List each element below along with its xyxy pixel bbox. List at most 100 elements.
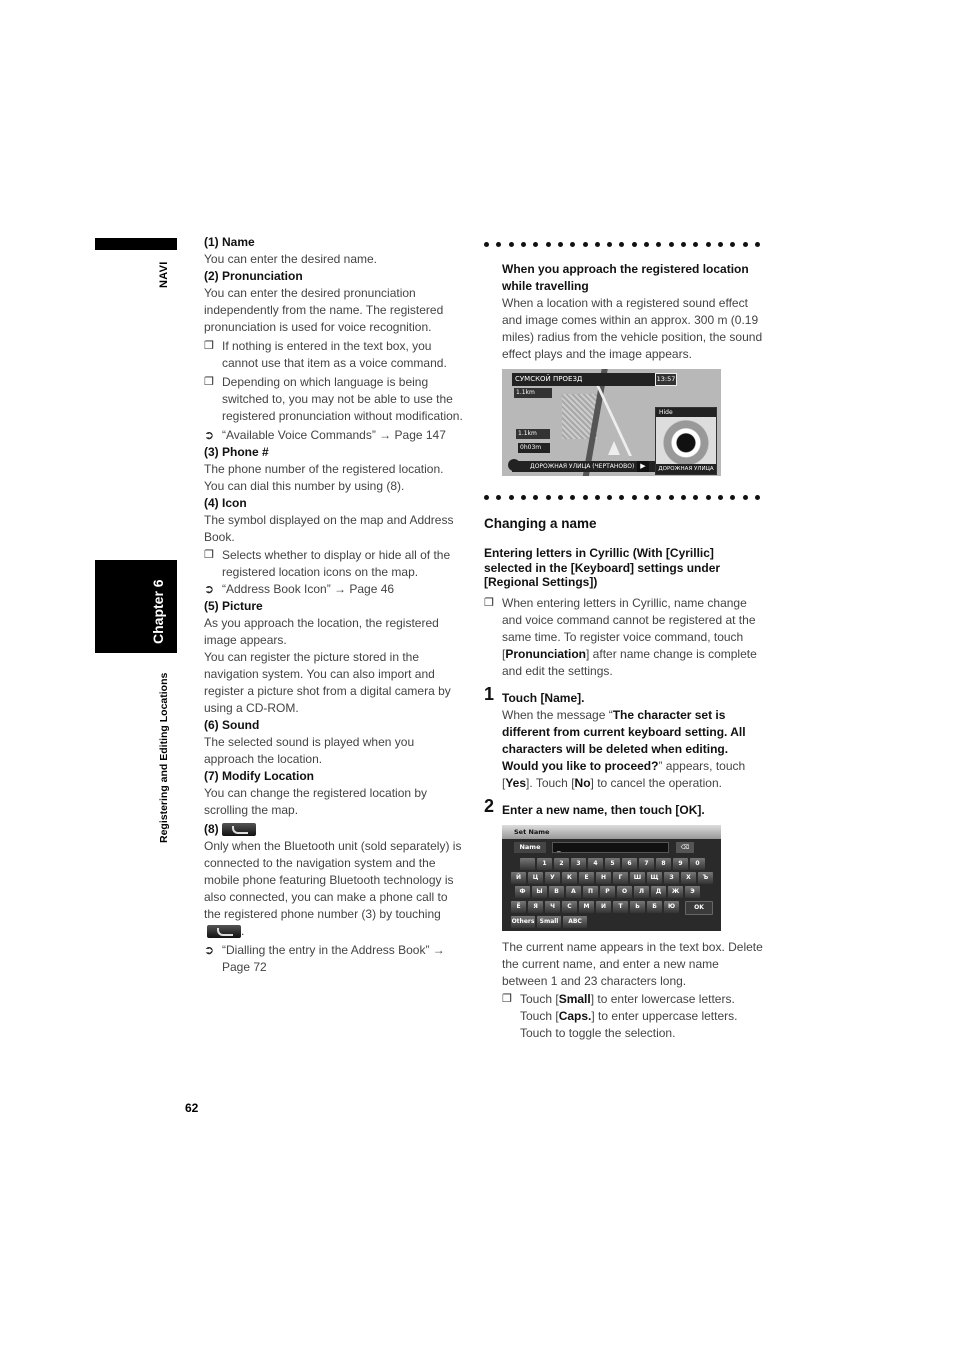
divider-dot [644,494,650,500]
keyboard-key[interactable]: Ц [528,871,543,884]
chapter-label: Chapter 6 [150,579,166,644]
keyboard-key[interactable]: Ё [511,900,526,913]
reference-text[interactable]: “Address Book Icon” → Page 46 [222,582,394,596]
left-column: (1) Name You can enter the desired name.… [204,234,466,976]
keyboard-key[interactable]: С [562,900,577,913]
item-heading: (2) Pronunciation [204,269,303,283]
item-text: Only when the Bluetooth unit (sold separ… [204,838,466,940]
item-heading: (3) Phone # [204,445,269,459]
keyboard-key[interactable]: Г [613,871,628,884]
item-text: The phone number of the registered locat… [204,462,444,493]
note-icon: ❐ [502,992,512,1005]
navi-tab-bar [95,238,177,250]
cross-reference[interactable]: ➲ “Address Book Icon” → Page 46 [204,581,466,598]
note-icon: ❐ [204,549,214,561]
item-text: You can enter the desired pronunciation … [204,286,444,334]
divider-dot [607,241,613,247]
reference-text[interactable]: “Available Voice Commands” → Page 147 [222,428,446,442]
divider-dot [607,494,613,500]
call-text: Only when the Bluetooth unit (sold separ… [204,839,462,921]
keyboard-key[interactable]: Л [634,885,649,898]
keyboard-key[interactable]: Х [681,871,696,884]
keyboard-key[interactable]: Ч [545,900,560,913]
keyboard-key[interactable]: П [583,885,598,898]
keyboard-key[interactable] [520,857,535,870]
keyboard-key[interactable]: 4 [588,857,603,870]
name-input[interactable]: _ [552,841,669,853]
others-key[interactable]: Others [511,915,535,928]
cross-reference[interactable]: ➲ “Available Voice Commands” → Page 147 [204,427,466,444]
step-number: 1 [484,683,495,704]
keyboard-key[interactable]: Ю [664,900,679,913]
keyboard-key[interactable]: 9 [673,857,688,870]
coffee-cup-image [656,417,716,464]
keyboard-key[interactable]: З [664,871,679,884]
keyboard-key[interactable]: И [596,900,611,913]
keyboard-key[interactable]: А [566,885,581,898]
navi-label: NAVI [152,258,176,298]
step-title: Touch [Name]. [502,690,585,705]
keyboard-key[interactable]: Н [596,871,611,884]
divider-dot [570,241,576,247]
yes-key: Yes [505,775,527,790]
item-text: You can enter the desired name. [204,252,378,266]
keyboard-key[interactable]: Ш [630,871,645,884]
pronunciation-key: Pronunciation [505,646,587,661]
divider-dot [594,241,600,247]
divider-dot [668,241,674,247]
cross-reference[interactable]: ➲ “Dialling the entry in the Address Book… [204,942,466,976]
keyboard-key[interactable]: К [562,871,577,884]
keyboard-key[interactable]: 5 [605,857,620,870]
name-label: Name [514,841,546,853]
keyboard-key[interactable]: О [617,885,632,898]
reference-text[interactable]: “Dialling the entry in the Address Book”… [222,943,445,974]
keyboard-key[interactable]: Ж [668,885,683,898]
keyboard-key[interactable]: 1 [537,857,552,870]
keyboard-key[interactable]: 3 [571,857,586,870]
divider-dot [730,494,736,500]
keyboard-key[interactable]: Й [511,871,526,884]
step-title: Enter a new name, then touch [OK]. [502,802,705,817]
next-street-label: СУМСКОЙ ПРОЕЗД [512,373,655,386]
ok-key[interactable]: OK [685,900,713,915]
divider-dot [656,241,662,247]
note: ❐ If nothing is entered in the text box, … [204,338,466,372]
keyboard-key[interactable]: 8 [656,857,671,870]
keyboard-key[interactable]: Э [685,885,700,898]
keyboard-key[interactable]: 0 [690,857,705,870]
keyboard-key[interactable]: Ъ [698,871,713,884]
item-heading: (6) Sound [204,718,260,732]
divider-dot [484,241,489,247]
keyboard-key[interactable]: Ь [630,900,645,913]
keyboard-key[interactable]: 2 [554,857,569,870]
keyboard-key[interactable]: Ф [515,885,530,898]
item-heading: (1) Name [204,235,255,249]
keyboard-key[interactable]: В [549,885,564,898]
keyboard-key[interactable]: Е [579,871,594,884]
menu-button[interactable] [508,459,520,471]
keyboard-key[interactable]: Ы [532,885,547,898]
note-icon: ❐ [204,376,214,388]
keyboard-key[interactable]: Т [613,900,628,913]
divider-dot [705,494,711,500]
divider-dot [681,241,686,247]
small-key[interactable]: Small [537,915,561,928]
divider-dot [742,494,748,500]
keyboard-key[interactable]: Я [528,900,543,913]
keyboard-key[interactable]: У [545,871,560,884]
play-icon[interactable]: ▶ [637,461,649,472]
step-text: When the message “The character set is d… [502,707,764,792]
reference-arrow-icon: ➲ [204,943,215,957]
text: Touch [ [520,991,559,1006]
keyboard-key[interactable]: Р [600,885,615,898]
hide-button[interactable]: Hide [656,408,716,417]
keyboard-key[interactable]: Щ [647,871,662,884]
keyboard-key[interactable]: Б [647,900,662,913]
keyboard-key[interactable]: Д [651,885,666,898]
abc-key[interactable]: ABC [563,915,587,928]
keyboard-key[interactable]: М [579,900,594,913]
keyboard-key[interactable]: 6 [622,857,637,870]
note: ❐ When entering letters in Cyrillic, name… [484,595,764,680]
keyboard-key[interactable]: 7 [639,857,654,870]
backspace-icon[interactable]: ⌫ [676,841,694,853]
